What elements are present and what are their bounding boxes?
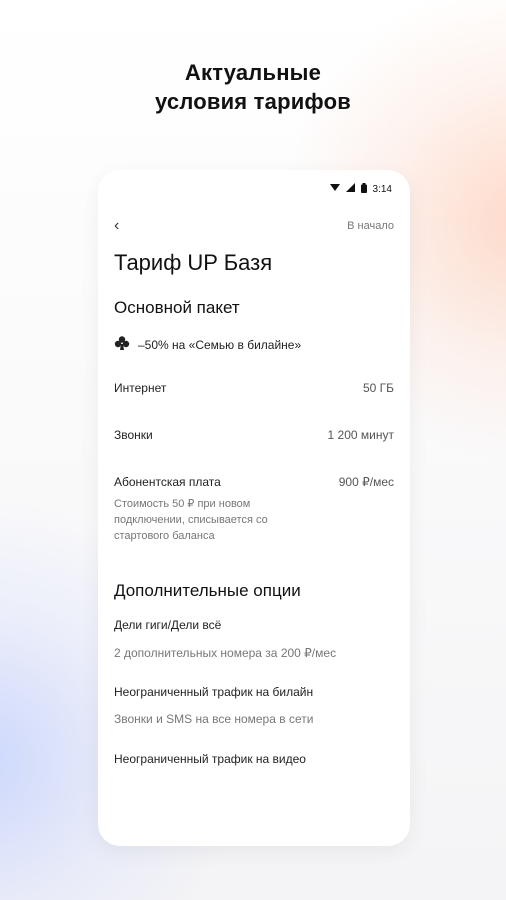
row-value: 50 ГБ bbox=[362, 381, 394, 395]
row-label: Абонентская плата bbox=[114, 475, 221, 489]
option-title[interactable]: Неограниченный трафик на билайн bbox=[114, 685, 313, 699]
signal-icon bbox=[345, 183, 355, 195]
headline-line-2: условия тарифов bbox=[155, 89, 351, 114]
options-heading: Дополнительные опции bbox=[114, 581, 301, 600]
calls-row: Звонки 1 200 минут bbox=[114, 428, 394, 442]
club-icon bbox=[114, 336, 130, 353]
option-subtitle: Звонки и SMS на все номера в сети bbox=[114, 712, 314, 726]
promo-headline: Актуальные условия тарифов bbox=[0, 58, 506, 116]
row-value: 900 ₽/мес bbox=[338, 475, 394, 489]
battery-icon bbox=[360, 182, 367, 196]
row-value: 1 200 минут bbox=[327, 428, 394, 442]
fee-row: Абонентская плата 900 ₽/мес bbox=[114, 475, 394, 489]
fee-note: Стоимость 50 ₽ при новом подключении, сп… bbox=[114, 498, 268, 542]
back-button[interactable]: ‹ bbox=[114, 218, 119, 234]
status-bar: 3:14 bbox=[329, 182, 392, 196]
tariff-title: Тариф UP Базя bbox=[114, 250, 273, 275]
status-time: 3:14 bbox=[372, 183, 392, 195]
internet-row: Интернет 50 ГБ bbox=[114, 381, 394, 395]
row-label: Звонки bbox=[114, 428, 153, 442]
option-subtitle: 2 дополнительных номера за 200 ₽/мес bbox=[114, 646, 337, 660]
main-package-heading: Основной пакет bbox=[114, 298, 240, 317]
home-link[interactable]: В начало bbox=[347, 220, 394, 232]
option-title[interactable]: Неограниченный трафик на видео bbox=[114, 752, 306, 766]
family-promo[interactable]: –50% на «Семью в билайне» bbox=[114, 336, 301, 353]
option-title[interactable]: Дели гиги/Дели всё bbox=[114, 618, 221, 632]
row-label: Интернет bbox=[114, 381, 167, 395]
top-navigation: ‹ В начало bbox=[114, 218, 394, 234]
promo-text: –50% на «Семью в билайне» bbox=[138, 337, 302, 352]
wifi-icon bbox=[329, 183, 340, 195]
phone-screen: 3:14 ‹ В начало Тариф UP Базя Основной п… bbox=[98, 170, 410, 846]
headline-line-1: Актуальные bbox=[184, 60, 322, 85]
